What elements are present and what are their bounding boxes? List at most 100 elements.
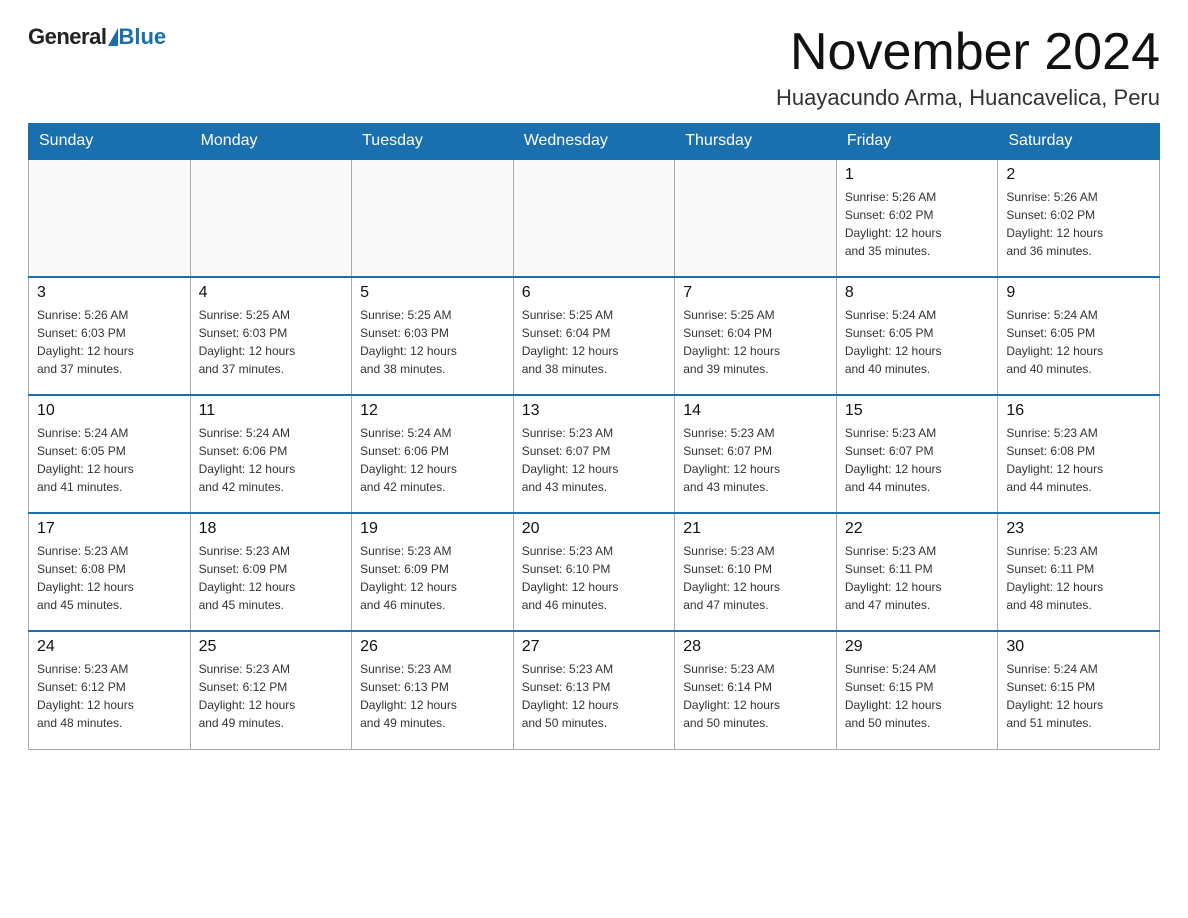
calendar-cell: 9 Sunrise: 5:24 AMSunset: 6:05 PMDaylight…: [998, 277, 1160, 395]
week-row: 10 Sunrise: 5:24 AMSunset: 6:05 PMDayligh…: [29, 395, 1160, 513]
day-number: 12: [360, 402, 505, 420]
day-info: Sunrise: 5:24 AMSunset: 6:15 PMDaylight:…: [845, 660, 990, 732]
day-number: 20: [522, 520, 667, 538]
day-info: Sunrise: 5:23 AMSunset: 6:10 PMDaylight:…: [522, 542, 667, 614]
day-info: Sunrise: 5:23 AMSunset: 6:08 PMDaylight:…: [1006, 424, 1151, 496]
day-number: 7: [683, 284, 828, 302]
calendar-cell: 30 Sunrise: 5:24 AMSunset: 6:15 PMDayligh…: [998, 631, 1160, 749]
calendar-cell: 16 Sunrise: 5:23 AMSunset: 6:08 PMDayligh…: [998, 395, 1160, 513]
week-row: 17 Sunrise: 5:23 AMSunset: 6:08 PMDayligh…: [29, 513, 1160, 631]
day-number: 10: [37, 402, 182, 420]
day-number: 26: [360, 638, 505, 656]
day-number: 6: [522, 284, 667, 302]
calendar-cell: [675, 159, 837, 277]
day-number: 17: [37, 520, 182, 538]
day-info: Sunrise: 5:26 AMSunset: 6:02 PMDaylight:…: [845, 188, 990, 260]
day-number: 24: [37, 638, 182, 656]
day-number: 9: [1006, 284, 1151, 302]
day-number: 5: [360, 284, 505, 302]
calendar-cell: 12Sunrise: 5:24 AMSunset: 6:06 PMDayligh…: [352, 395, 514, 513]
calendar-cell: 2Sunrise: 5:26 AMSunset: 6:02 PMDaylight…: [998, 159, 1160, 277]
day-number: 27: [522, 638, 667, 656]
day-number: 8: [845, 284, 990, 302]
calendar-cell: 17 Sunrise: 5:23 AMSunset: 6:08 PMDayligh…: [29, 513, 191, 631]
day-info: Sunrise: 5:25 AMSunset: 6:04 PMDaylight:…: [683, 306, 828, 378]
day-number: 25: [199, 638, 344, 656]
day-info: Sunrise: 5:23 AMSunset: 6:12 PMDaylight:…: [37, 660, 182, 732]
calendar-cell: 4 Sunrise: 5:25 AMSunset: 6:03 PMDaylight…: [190, 277, 352, 395]
calendar-day-header: Friday: [836, 124, 998, 160]
day-info: Sunrise: 5:23 AMSunset: 6:07 PMDaylight:…: [845, 424, 990, 496]
calendar-day-header: Monday: [190, 124, 352, 160]
calendar-header-row: SundayMondayTuesdayWednesdayThursdayFrid…: [29, 124, 1160, 160]
day-info: Sunrise: 5:24 AMSunset: 6:05 PMDaylight:…: [845, 306, 990, 378]
week-row: 1 Sunrise: 5:26 AMSunset: 6:02 PMDaylight…: [29, 159, 1160, 277]
logo-triangle-icon: [108, 28, 118, 46]
day-info: Sunrise: 5:25 AMSunset: 6:03 PMDaylight:…: [360, 306, 505, 378]
calendar-cell: 28Sunrise: 5:23 AMSunset: 6:14 PMDayligh…: [675, 631, 837, 749]
calendar-cell: 25 Sunrise: 5:23 AMSunset: 6:12 PMDayligh…: [190, 631, 352, 749]
logo: General Blue: [28, 24, 166, 50]
day-number: 2: [1006, 166, 1151, 184]
calendar-day-header: Tuesday: [352, 124, 514, 160]
day-info: Sunrise: 5:23 AMSunset: 6:09 PMDaylight:…: [199, 542, 344, 614]
day-number: 11: [199, 402, 344, 420]
calendar-cell: 7 Sunrise: 5:25 AMSunset: 6:04 PMDaylight…: [675, 277, 837, 395]
calendar-cell: 24 Sunrise: 5:23 AMSunset: 6:12 PMDayligh…: [29, 631, 191, 749]
day-info: Sunrise: 5:24 AMSunset: 6:15 PMDaylight:…: [1006, 660, 1151, 732]
calendar-cell: 11Sunrise: 5:24 AMSunset: 6:06 PMDayligh…: [190, 395, 352, 513]
day-number: 29: [845, 638, 990, 656]
calendar-cell: 18 Sunrise: 5:23 AMSunset: 6:09 PMDayligh…: [190, 513, 352, 631]
day-info: Sunrise: 5:23 AMSunset: 6:07 PMDaylight:…: [522, 424, 667, 496]
calendar-day-header: Saturday: [998, 124, 1160, 160]
calendar-day-header: Thursday: [675, 124, 837, 160]
day-number: 23: [1006, 520, 1151, 538]
day-info: Sunrise: 5:25 AMSunset: 6:03 PMDaylight:…: [199, 306, 344, 378]
calendar-cell: 10 Sunrise: 5:24 AMSunset: 6:05 PMDayligh…: [29, 395, 191, 513]
title-block: November 2024 Huayacundo Arma, Huancavel…: [776, 24, 1160, 111]
calendar-cell: 1 Sunrise: 5:26 AMSunset: 6:02 PMDaylight…: [836, 159, 998, 277]
day-info: Sunrise: 5:23 AMSunset: 6:09 PMDaylight:…: [360, 542, 505, 614]
day-info: Sunrise: 5:26 AMSunset: 6:03 PMDaylight:…: [37, 306, 182, 378]
day-number: 1: [845, 166, 990, 184]
calendar-cell: 19 Sunrise: 5:23 AMSunset: 6:09 PMDayligh…: [352, 513, 514, 631]
day-info: Sunrise: 5:24 AMSunset: 6:05 PMDaylight:…: [1006, 306, 1151, 378]
calendar-cell: 27Sunrise: 5:23 AMSunset: 6:13 PMDayligh…: [513, 631, 675, 749]
day-number: 30: [1006, 638, 1151, 656]
day-info: Sunrise: 5:23 AMSunset: 6:12 PMDaylight:…: [199, 660, 344, 732]
day-info: Sunrise: 5:23 AMSunset: 6:10 PMDaylight:…: [683, 542, 828, 614]
calendar-cell: [352, 159, 514, 277]
day-number: 18: [199, 520, 344, 538]
calendar-cell: 5 Sunrise: 5:25 AMSunset: 6:03 PMDaylight…: [352, 277, 514, 395]
calendar-cell: 3Sunrise: 5:26 AMSunset: 6:03 PMDaylight…: [29, 277, 191, 395]
day-info: Sunrise: 5:23 AMSunset: 6:08 PMDaylight:…: [37, 542, 182, 614]
day-number: 15: [845, 402, 990, 420]
calendar-cell: 21Sunrise: 5:23 AMSunset: 6:10 PMDayligh…: [675, 513, 837, 631]
day-number: 16: [1006, 402, 1151, 420]
subtitle: Huayacundo Arma, Huancavelica, Peru: [776, 85, 1160, 111]
day-number: 4: [199, 284, 344, 302]
calendar-cell: 26Sunrise: 5:23 AMSunset: 6:13 PMDayligh…: [352, 631, 514, 749]
calendar-cell: 6 Sunrise: 5:25 AMSunset: 6:04 PMDaylight…: [513, 277, 675, 395]
calendar-cell: 23 Sunrise: 5:23 AMSunset: 6:11 PMDayligh…: [998, 513, 1160, 631]
day-number: 28: [683, 638, 828, 656]
day-info: Sunrise: 5:23 AMSunset: 6:11 PMDaylight:…: [1006, 542, 1151, 614]
week-row: 3Sunrise: 5:26 AMSunset: 6:03 PMDaylight…: [29, 277, 1160, 395]
logo-general-text: General: [28, 24, 106, 50]
calendar-cell: 13 Sunrise: 5:23 AMSunset: 6:07 PMDayligh…: [513, 395, 675, 513]
calendar-cell: 14Sunrise: 5:23 AMSunset: 6:07 PMDayligh…: [675, 395, 837, 513]
calendar-cell: 22 Sunrise: 5:23 AMSunset: 6:11 PMDayligh…: [836, 513, 998, 631]
day-info: Sunrise: 5:24 AMSunset: 6:05 PMDaylight:…: [37, 424, 182, 496]
calendar-table: SundayMondayTuesdayWednesdayThursdayFrid…: [28, 123, 1160, 750]
logo-blue-text: Blue: [118, 24, 166, 50]
day-number: 19: [360, 520, 505, 538]
day-number: 22: [845, 520, 990, 538]
week-row: 24 Sunrise: 5:23 AMSunset: 6:12 PMDayligh…: [29, 631, 1160, 749]
page-header: General Blue November 2024 Huayacundo Ar…: [28, 24, 1160, 111]
day-info: Sunrise: 5:23 AMSunset: 6:07 PMDaylight:…: [683, 424, 828, 496]
calendar-cell: [29, 159, 191, 277]
day-number: 13: [522, 402, 667, 420]
day-info: Sunrise: 5:25 AMSunset: 6:04 PMDaylight:…: [522, 306, 667, 378]
calendar-cell: 20 Sunrise: 5:23 AMSunset: 6:10 PMDayligh…: [513, 513, 675, 631]
day-info: Sunrise: 5:23 AMSunset: 6:11 PMDaylight:…: [845, 542, 990, 614]
